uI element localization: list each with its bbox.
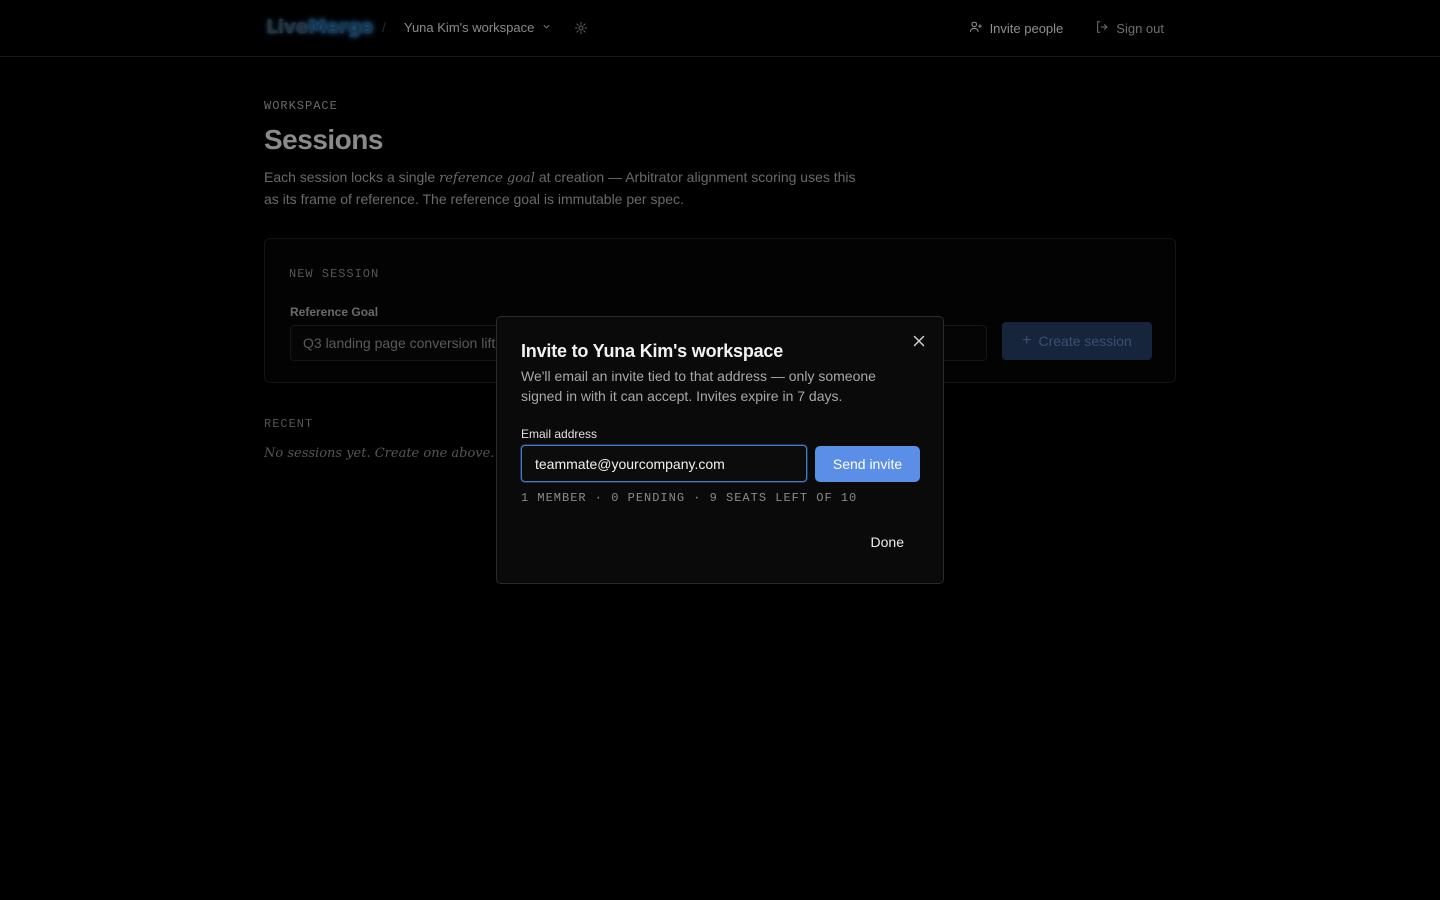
user-plus-icon: [969, 20, 983, 37]
page-description-start: Each session locks a single: [264, 169, 440, 185]
create-session-button[interactable]: + Create session: [1002, 322, 1152, 360]
workspace-switcher[interactable]: Yuna Kim's workspace: [404, 20, 551, 35]
app-logo[interactable]: LiveMerge: [266, 16, 374, 38]
top-actions: Invite people Sign out: [969, 18, 1164, 38]
sign-out-icon: [1095, 20, 1109, 37]
create-session-label: Create session: [1038, 333, 1132, 349]
page-eyebrow: WORKSPACE: [264, 99, 338, 113]
sign-out-button[interactable]: Sign out: [1095, 18, 1164, 38]
plus-icon: +: [1022, 332, 1032, 349]
reference-goal-label: Reference Goal: [290, 305, 379, 319]
send-invite-button[interactable]: Send invite: [815, 446, 920, 482]
new-session-heading: NEW SESSION: [289, 267, 380, 281]
invite-people-label: Invite people: [989, 20, 1064, 36]
seat-stats: 1 MEMBER · 0 PENDING · 9 SEATS LEFT OF 1…: [521, 491, 858, 505]
page-description-emphasis: reference goal: [439, 171, 535, 186]
email-address-input[interactable]: [521, 445, 807, 482]
breadcrumb-separator: /: [382, 19, 386, 35]
dialog-description: We'll email an invite tied to that addre…: [521, 368, 876, 404]
gear-icon[interactable]: [574, 21, 588, 35]
page-description: Each session locks a single reference go…: [264, 167, 864, 209]
logo-text-live: Live: [266, 16, 308, 38]
page-title: Sessions: [264, 124, 383, 155]
recent-empty-state: No sessions yet. Create one above.: [264, 446, 495, 461]
invite-people-button[interactable]: Invite people: [969, 18, 1064, 38]
dialog-title: Invite to Yuna Kim's workspace: [521, 341, 784, 361]
workspace-name: Yuna Kim's workspace: [404, 20, 535, 35]
recent-heading: RECENT: [264, 417, 314, 431]
sign-out-label: Sign out: [1116, 20, 1164, 36]
done-button[interactable]: Done: [853, 527, 919, 557]
chevron-down-icon: [542, 22, 551, 34]
email-address-label: Email address: [521, 427, 598, 441]
invite-dialog: Invite to Yuna Kim's workspace We'll ema…: [496, 316, 944, 584]
logo-text-merge: Merge: [307, 16, 374, 38]
close-icon[interactable]: [912, 334, 926, 348]
top-bar: LiveMerge / Yuna Kim's workspace Invite …: [0, 0, 1440, 57]
